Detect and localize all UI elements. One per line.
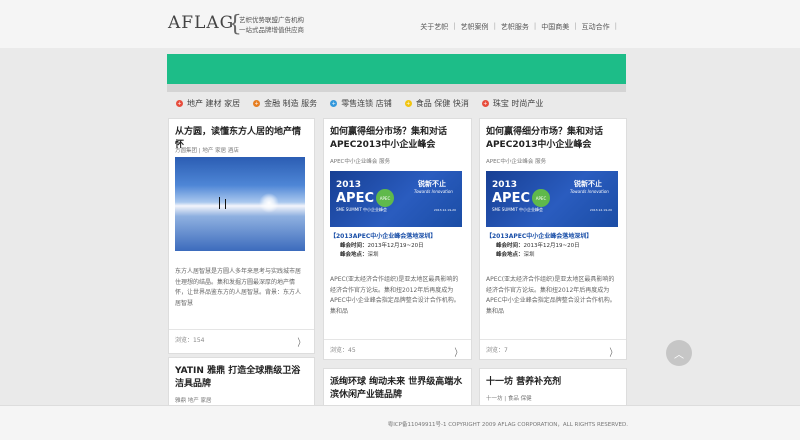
chevron-right-icon[interactable]: 〉 [455, 344, 462, 359]
sun-graphic [259, 193, 279, 213]
case-card[interactable]: 从方圆，读懂东方人居的地产情怀 方圆集团 | 地产 家居 酒店 东方人居智慧是方… [168, 118, 315, 354]
category-realestate[interactable]: + 地产 建材 家居 [176, 98, 240, 109]
main-nav: 关于艺帜 | 艺帜案例 | 艺帜服务 | 中国商美 | 互动合作 | [415, 22, 617, 32]
event-headline: 【2013APEC中小企业峰会落地深圳】 [486, 233, 593, 240]
card-title[interactable]: 派绚环球 绚动未来 世界级高端水滨休闲产业链品牌 [330, 376, 465, 402]
apec-logo-icon: APEC [376, 189, 394, 207]
card-image[interactable]: 2013 APEC SME SUMMIT 中小企业峰会 APEC 锐新不止 To… [486, 171, 618, 227]
event-time: 峰会时间：2013年12月19~20日 [340, 243, 424, 249]
case-card[interactable]: 如何赢得细分市场？集和对话APEC2013中小企业峰会 APEC中小企业峰会 服… [479, 118, 627, 360]
nav-services[interactable]: 艺帜服务 [496, 22, 534, 32]
card-footer: 浏览：45 〉 [324, 339, 471, 359]
category-retail[interactable]: + 零售连锁 店铺 [330, 98, 392, 109]
event-place: 峰会地点：深圳 [340, 252, 379, 258]
view-count: 浏览：154 [175, 337, 205, 344]
event-headline: 【2013APEC中小企业峰会落地深圳】 [330, 233, 437, 240]
view-count: 浏览：45 [330, 347, 356, 354]
chevron-up-icon: ︿ [674, 350, 684, 361]
hero-banner [167, 54, 626, 84]
card-title[interactable]: 如何赢得细分市场？集和对话APEC2013中小企业峰会 [486, 126, 620, 152]
card-tags: 方圆集团 | 地产 家居 酒店 [175, 148, 239, 154]
plus-icon: + [404, 100, 412, 107]
category-food[interactable]: + 食品 保健 快消 [404, 98, 469, 109]
nav-cases[interactable]: 艺帜案例 [456, 22, 494, 32]
plus-icon: + [481, 100, 489, 107]
figure-graphic [219, 197, 220, 209]
tagline-line1: 艺帜优势联盟广告机构 [239, 16, 304, 24]
nav-china[interactable]: 中国商美 [536, 22, 574, 32]
nav-cooperation[interactable]: 互动合作 [577, 22, 615, 32]
card-tags: APEC中小企业峰会 服务 [486, 159, 547, 165]
site-header: AFLAG { 艺帜优势联盟广告机构 一站式品牌增值供应商 关于艺帜 | 艺帜案例… [0, 0, 800, 48]
category-filter: + 地产 建材 家居 + 金融 制造 服务 + 零售连锁 店铺 + 食品 保健 快消 +… [176, 98, 556, 109]
chevron-right-icon[interactable]: 〉 [610, 344, 617, 359]
card-title[interactable]: 十一坊 营养补充剂 [486, 376, 620, 389]
plus-icon: + [330, 100, 338, 107]
card-description: APEC(亚太经济合作组织)是亚太地区最具影响的经济合作官方论坛。集和扭2012… [486, 276, 616, 315]
apec-logo-icon: APEC [532, 189, 550, 207]
tagline-line2: 一站式品牌增值供应商 [239, 26, 304, 34]
event-time: 峰会时间：2013年12月19~20日 [496, 243, 580, 249]
card-footer: 浏览：154 〉 [169, 329, 314, 349]
category-finance[interactable]: + 金融 制造 服务 [253, 98, 317, 109]
site-footer: 粤ICP备11049911号-1 COPYRIGHT 2009 AFLAG CO… [0, 405, 800, 440]
card-description: 东方人居智慧是方圆人多年来思考与实践城市居住理想的结晶。集和发掘方圆最深厚的地产… [175, 268, 302, 307]
event-place: 峰会地点：深圳 [496, 252, 535, 258]
site-logo[interactable]: AFLAG [168, 13, 234, 33]
figure-graphic [225, 199, 226, 209]
card-description: APEC(亚太经济合作组织)是亚太地区最具影响的经济合作官方论坛。集和扭2012… [330, 276, 460, 315]
back-to-top-button[interactable]: ︿ [666, 340, 692, 366]
card-footer: 浏览：7 〉 [480, 339, 626, 359]
category-jewelry[interactable]: + 珠宝 时尚产业 [481, 98, 543, 109]
card-title[interactable]: 如何赢得细分市场？集和对话APEC2013中小企业峰会 [330, 126, 465, 152]
card-image[interactable]: 2013 APEC SME SUMMIT 中小企业峰会 APEC 锐新不止 To… [330, 171, 462, 227]
card-title[interactable]: YATIN 雅鼎 打造全球鼎级卫浴洁具品牌 [175, 365, 308, 391]
card-tags: 十一坊 | 食品 保健 [486, 396, 532, 402]
plus-icon: + [253, 100, 261, 107]
nav-about[interactable]: 关于艺帜 [415, 22, 453, 32]
logo-tagline: { 艺帜优势联盟广告机构 一站式品牌增值供应商 [228, 12, 310, 38]
copyright-text: 粤ICP备11049911号-1 COPYRIGHT 2009 AFLAG CO… [387, 422, 628, 428]
card-tags: APEC中小企业峰会 服务 [330, 159, 391, 165]
chevron-right-icon[interactable]: 〉 [298, 334, 305, 349]
case-card[interactable]: 如何赢得细分市场？集和对话APEC2013中小企业峰会 APEC中小企业峰会 服… [323, 118, 472, 360]
view-count: 浏览：7 [486, 347, 508, 354]
plus-icon: + [176, 100, 183, 107]
banner-strip [167, 84, 626, 92]
tagline-text: 艺帜优势联盟广告机构 一站式品牌增值供应商 [239, 15, 304, 35]
card-tags: 雅鼎 地产 家居 [175, 398, 212, 404]
card-image[interactable] [175, 157, 305, 251]
